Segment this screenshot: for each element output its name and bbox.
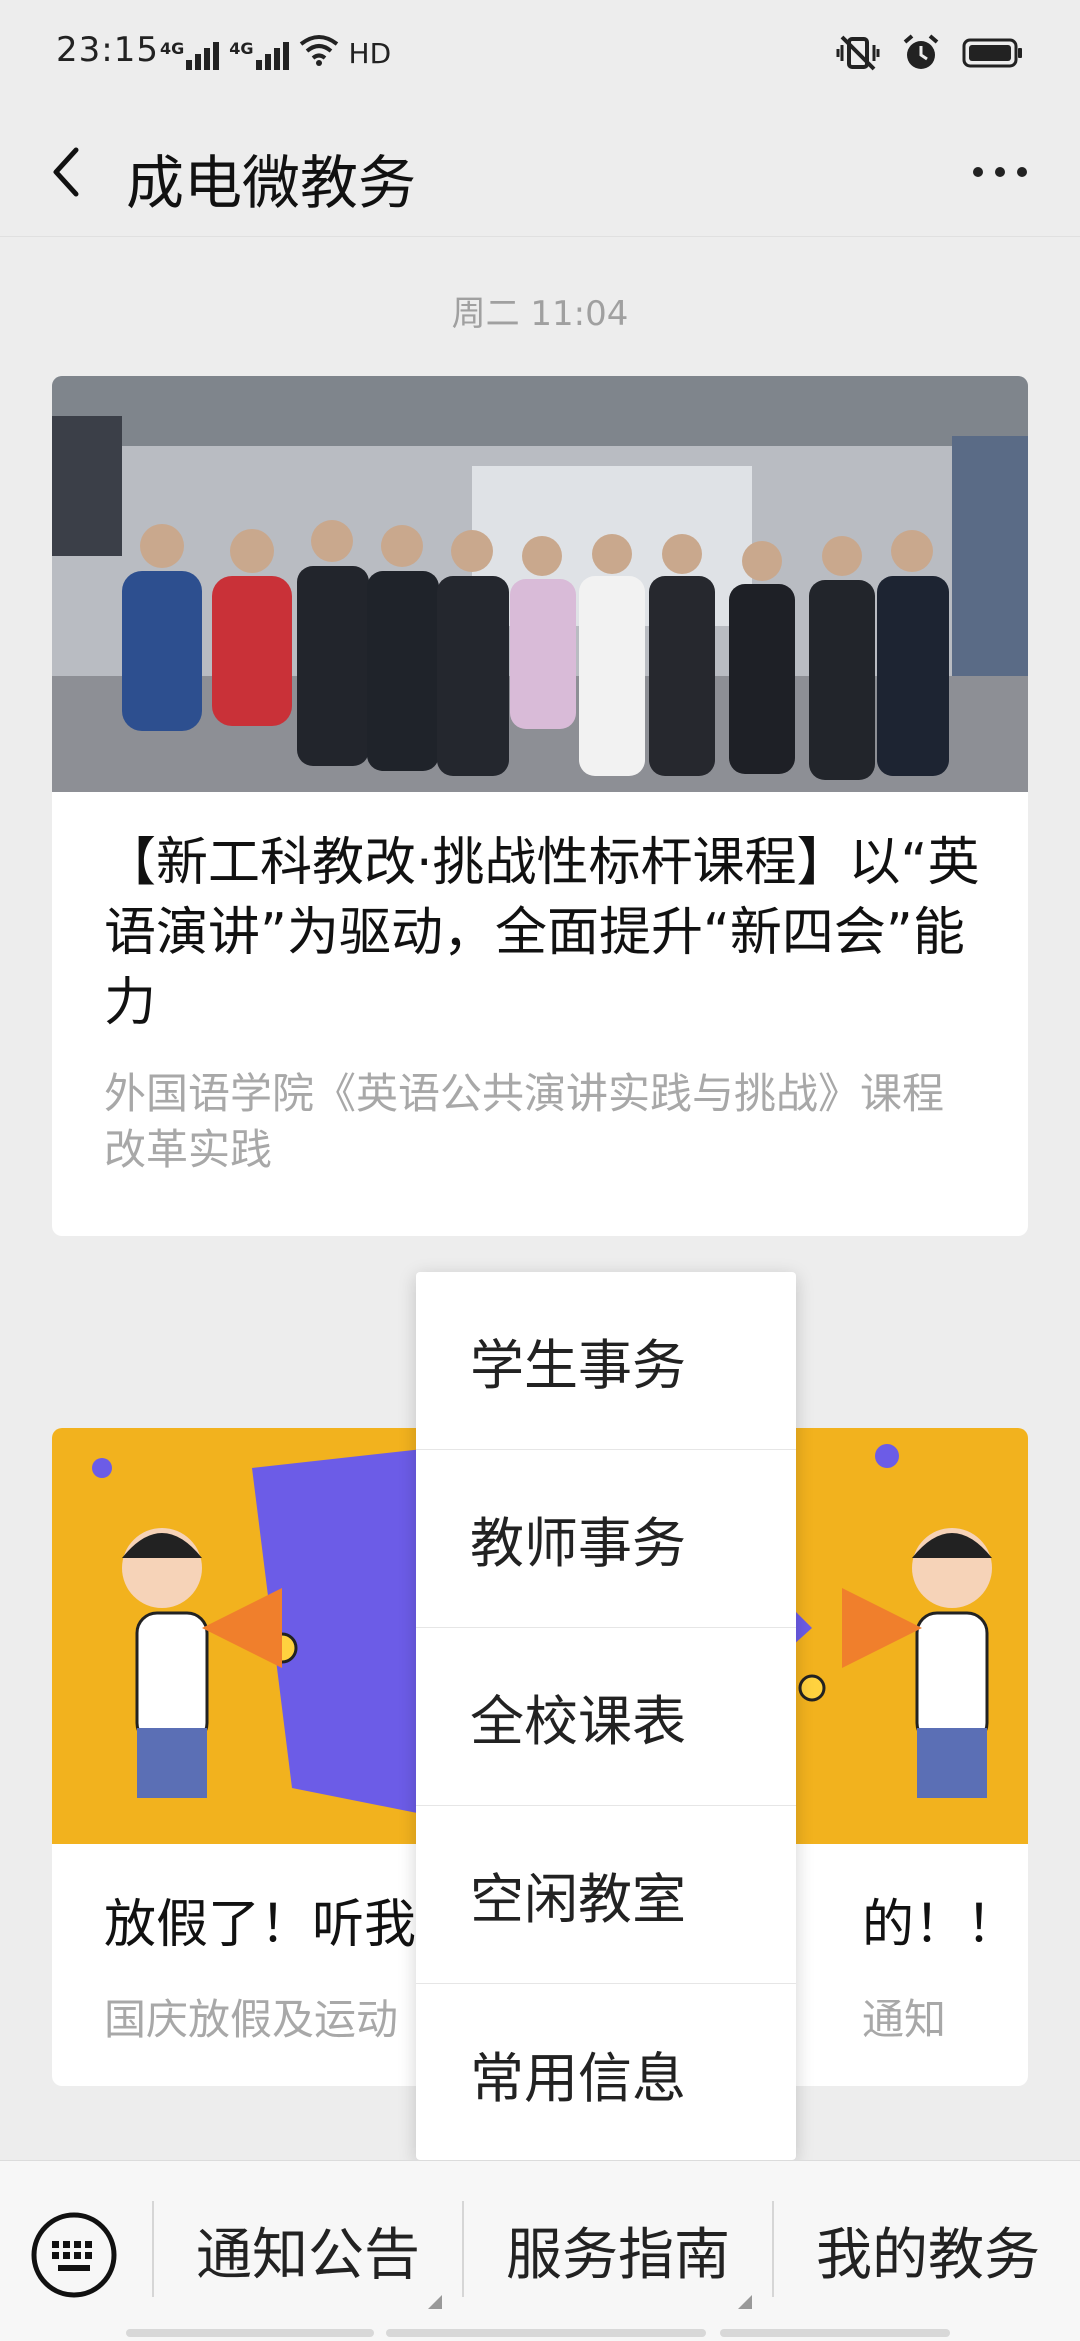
article-title: 【新工科教改·挑战性标杆课程】以“英语演讲”为驱动，全面提升“新四会”能力: [104, 833, 980, 1033]
back-button[interactable]: [40, 142, 100, 202]
keyboard-toggle-button[interactable]: [28, 2209, 120, 2301]
menu-divider: [152, 2201, 154, 2297]
menu-notices[interactable]: 通知公告: [156, 2185, 460, 2315]
network-type-label: 4G: [160, 39, 185, 58]
article-title-start: 放假了！听我: [104, 1895, 417, 1955]
bottom-menu-bar: 通知公告 服务指南 我的教务: [0, 2160, 1080, 2341]
battery-icon: [962, 37, 1024, 73]
submenu-indicator-icon: [738, 2295, 752, 2309]
status-bar: 23:15 4G 4G HD: [0, 0, 1080, 110]
bottom-indicator: [126, 2329, 374, 2337]
bottom-indicator: [386, 2329, 706, 2337]
signal-icon: 4G: [160, 39, 220, 70]
message-timestamp: 周二 11:04: [451, 294, 629, 334]
hd-icon: HD: [348, 37, 392, 70]
article-card[interactable]: 【新工科教改·挑战性标杆课程】以“英语演讲”为驱动，全面提升“新四会”能力 外国…: [52, 376, 1028, 1236]
page-title: 成电微教务: [126, 149, 417, 217]
article-summary-end: 通知: [862, 1995, 947, 2044]
network-type-label: 4G: [229, 39, 254, 58]
article-summary: 外国语学院《英语公共演讲实践与挑战》课程改革实践: [104, 1069, 945, 1174]
more-dots-icon: [973, 167, 1027, 177]
popup-item-common-info[interactable]: 常用信息: [416, 1984, 796, 2162]
submenu-indicator-icon: [428, 2295, 442, 2309]
menu-divider: [772, 2201, 774, 2297]
article-title-end: 的！！: [862, 1895, 1019, 1955]
keyboard-icon: [31, 2212, 117, 2298]
vibrate-icon: [836, 35, 880, 75]
popup-item-student-affairs[interactable]: 学生事务: [416, 1272, 796, 1450]
popup-item-free-classrooms[interactable]: 空闲教室: [416, 1806, 796, 1984]
more-button[interactable]: [960, 142, 1040, 202]
menu-my-academic[interactable]: 我的教务: [776, 2185, 1080, 2315]
nav-bar: 成电微教务: [0, 110, 1080, 237]
status-right-icons: [836, 34, 1024, 76]
chevron-left-icon: [53, 147, 79, 197]
menu-divider: [462, 2201, 464, 2297]
popup-item-school-timetable[interactable]: 全校课表: [416, 1628, 796, 1806]
alarm-icon: [902, 34, 940, 76]
wifi-icon: [299, 34, 339, 70]
signal-icon: 4G: [229, 39, 289, 70]
popup-item-teacher-affairs[interactable]: 教师事务: [416, 1450, 796, 1628]
menu-service-guide[interactable]: 服务指南: [466, 2185, 770, 2315]
status-left-icons: 4G 4G HD: [160, 34, 391, 70]
status-time: 23:15: [56, 30, 159, 70]
group-photo-image: [52, 376, 1028, 792]
article-summary-start: 国庆放假及运动: [104, 1995, 399, 2044]
bottom-indicator: [720, 2329, 950, 2337]
submenu-popup: 学生事务 教师事务 全校课表 空闲教室 常用信息: [416, 1272, 796, 2160]
